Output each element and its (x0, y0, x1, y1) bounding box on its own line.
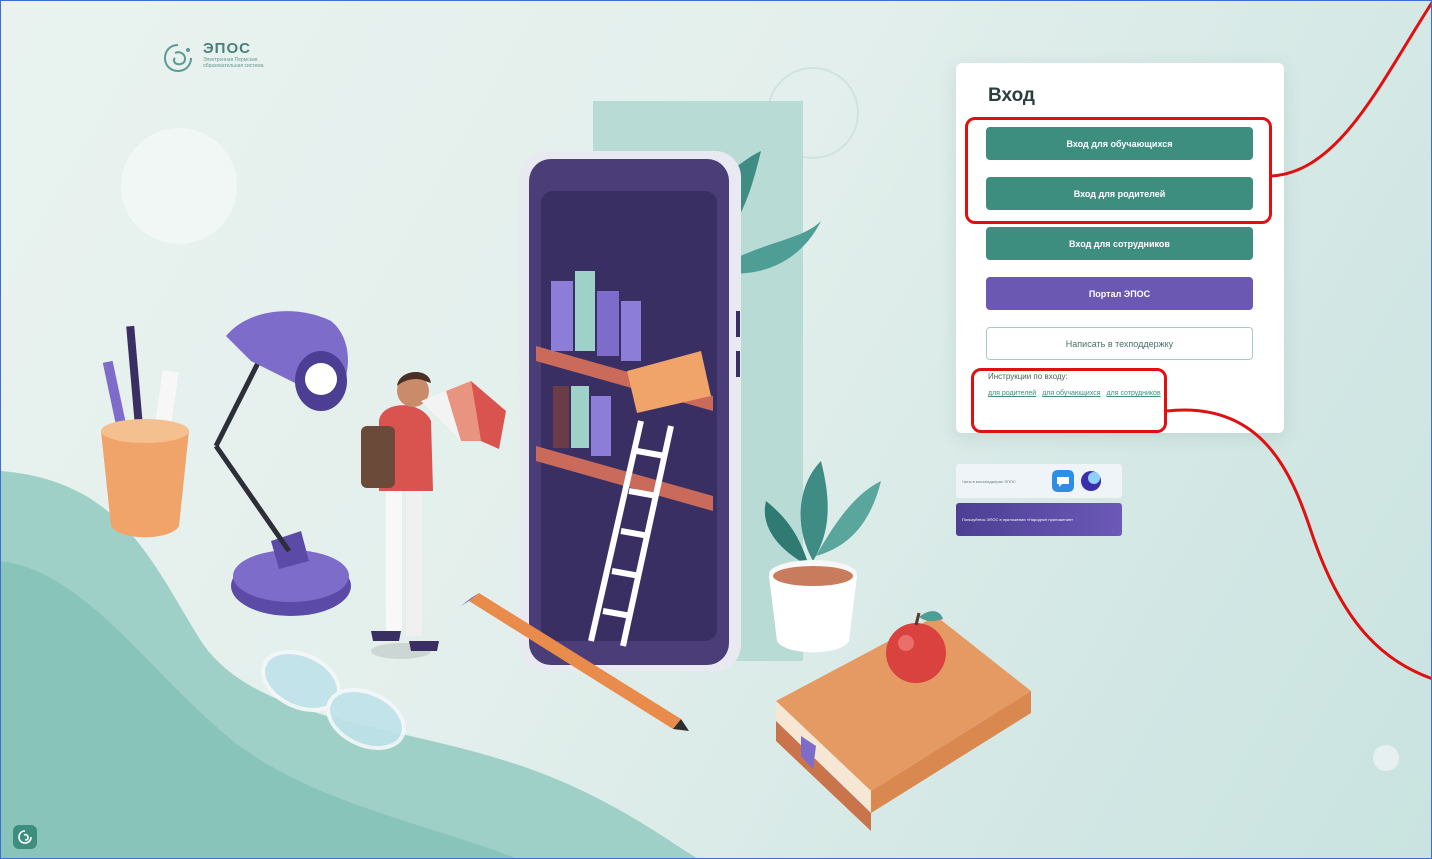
corner-logo-mark-icon (18, 830, 32, 844)
messenger-app-icon (1052, 470, 1074, 492)
staff-login-button[interactable]: Вход для сотрудников (986, 227, 1253, 260)
epos-portal-button[interactable]: Портал ЭПОС (986, 277, 1253, 310)
messenger-banner[interactable]: Чаты в мессенджерах ЭПОС (956, 464, 1122, 498)
page-frame: ЭПОС Электронная Пермская образовательна… (0, 0, 1432, 859)
desk-lamp (213, 311, 351, 616)
phone (519, 151, 741, 671)
sferum-app-icon (1081, 471, 1101, 491)
support-button[interactable]: Написать в техподдержку (986, 327, 1253, 360)
pen-cup (101, 325, 189, 538)
epos-logo-icon (163, 44, 192, 73)
login-title: Вход (988, 85, 1035, 106)
logo-subtitle: Электронная Пермская образовательная сис… (203, 57, 264, 69)
app-banner-text: Пользуйтесь ЭПОС в приложении «Народное … (962, 516, 1074, 522)
annotation-box-instructions (971, 368, 1167, 433)
epos-logo[interactable]: ЭПОС Электронная Пермская образовательна… (161, 41, 293, 75)
app-banner[interactable]: Пользуйтесь ЭПОС в приложении «Народное … (956, 503, 1122, 536)
logo-title: ЭПОС (203, 40, 251, 57)
annotation-box-login-buttons (965, 117, 1272, 224)
corner-logo-icon[interactable] (13, 825, 37, 849)
bg-dot (1373, 745, 1399, 771)
messenger-banner-text: Чаты в мессенджерах ЭПОС (962, 478, 1016, 484)
bg-circle-large (121, 128, 237, 244)
student (361, 372, 506, 659)
